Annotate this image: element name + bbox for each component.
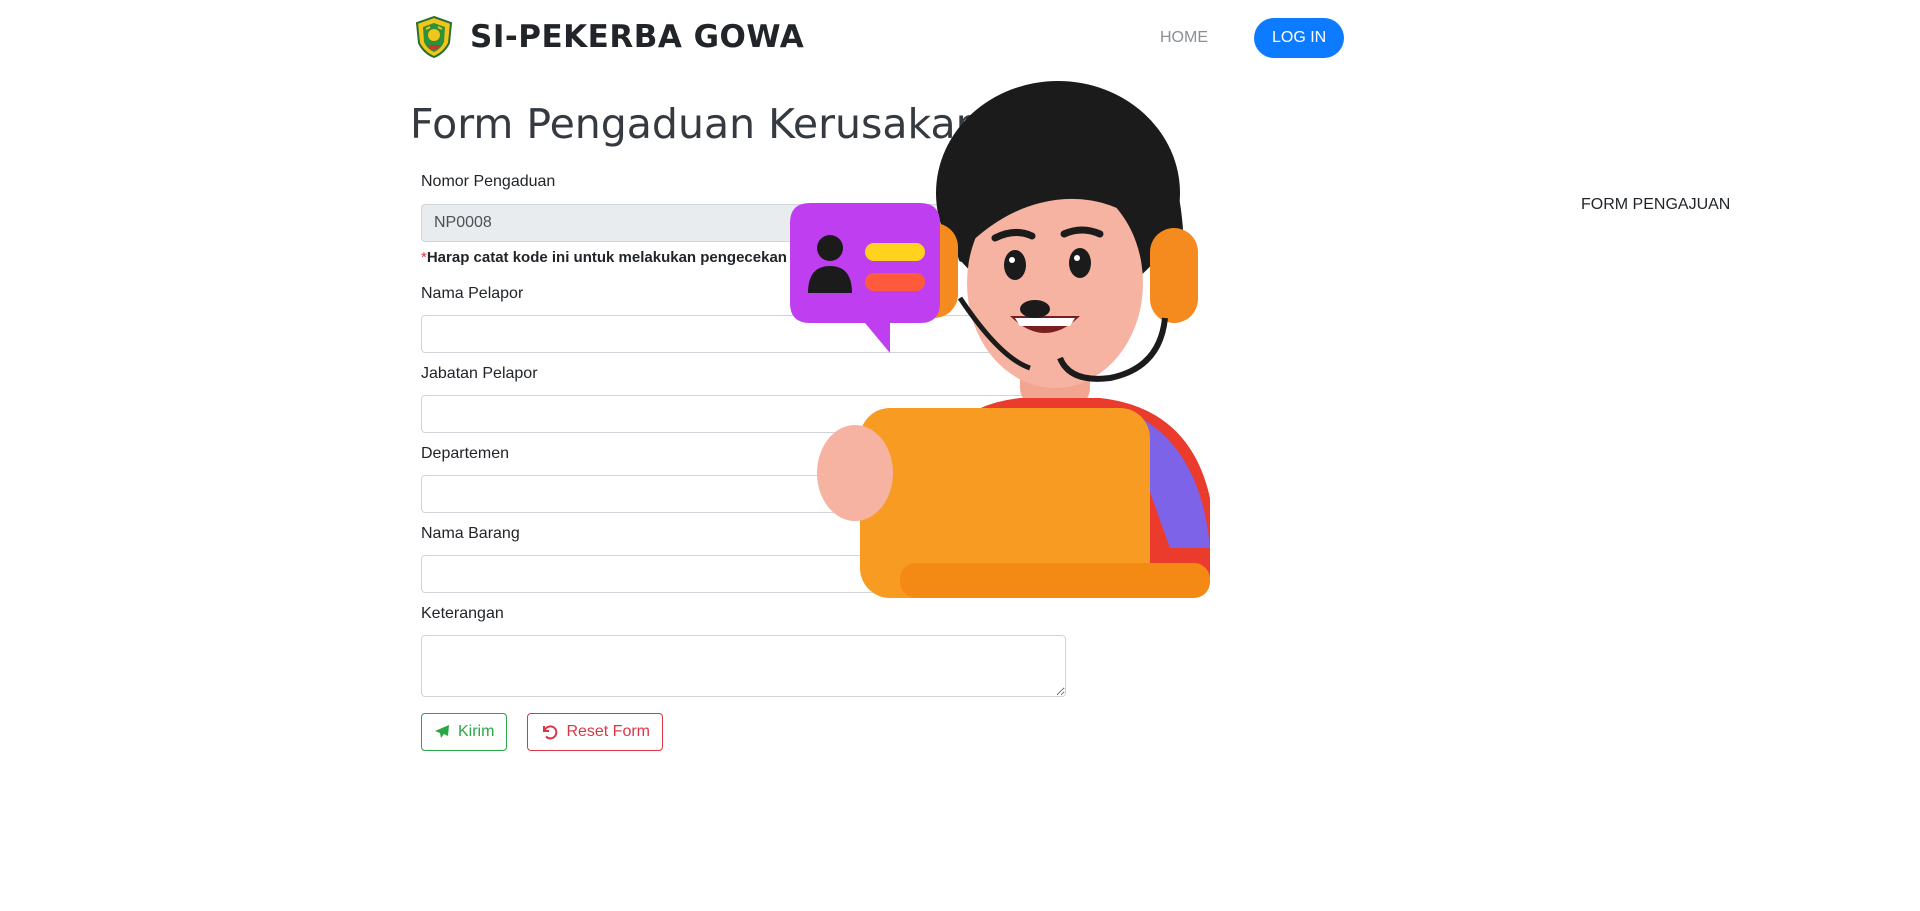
reset-form-button[interactable]: Reset Form [527, 713, 664, 751]
brand-name: SI-PEKERBA GOWA [470, 19, 805, 55]
kirim-button[interactable]: Kirim [421, 713, 508, 751]
navbar: SI-PEKERBA GOWA HOME FORM PENGAJUAN LOG … [0, 0, 1920, 213]
brand-link[interactable]: SI-PEKERBA GOWA [414, 15, 804, 59]
login-button[interactable]: LOG IN [1254, 18, 1345, 58]
nav-home[interactable]: HOME [1160, 21, 1208, 55]
undo-icon [543, 725, 558, 740]
customer-service-agent-illustration [790, 81, 1210, 598]
kirim-label: Kirim [458, 723, 495, 740]
reset-form-label: Reset Form [566, 723, 651, 740]
main-nav: HOME FORM PENGAJUAN LOG IN [1160, 18, 1730, 213]
form-actions: Kirim Reset Form [421, 713, 1066, 751]
keterangan-field[interactable] [421, 635, 1066, 697]
paper-plane-icon [435, 725, 449, 738]
nav-form-pengajuan[interactable]: FORM PENGAJUAN [1581, 188, 1920, 222]
gowa-emblem-icon [415, 15, 453, 59]
